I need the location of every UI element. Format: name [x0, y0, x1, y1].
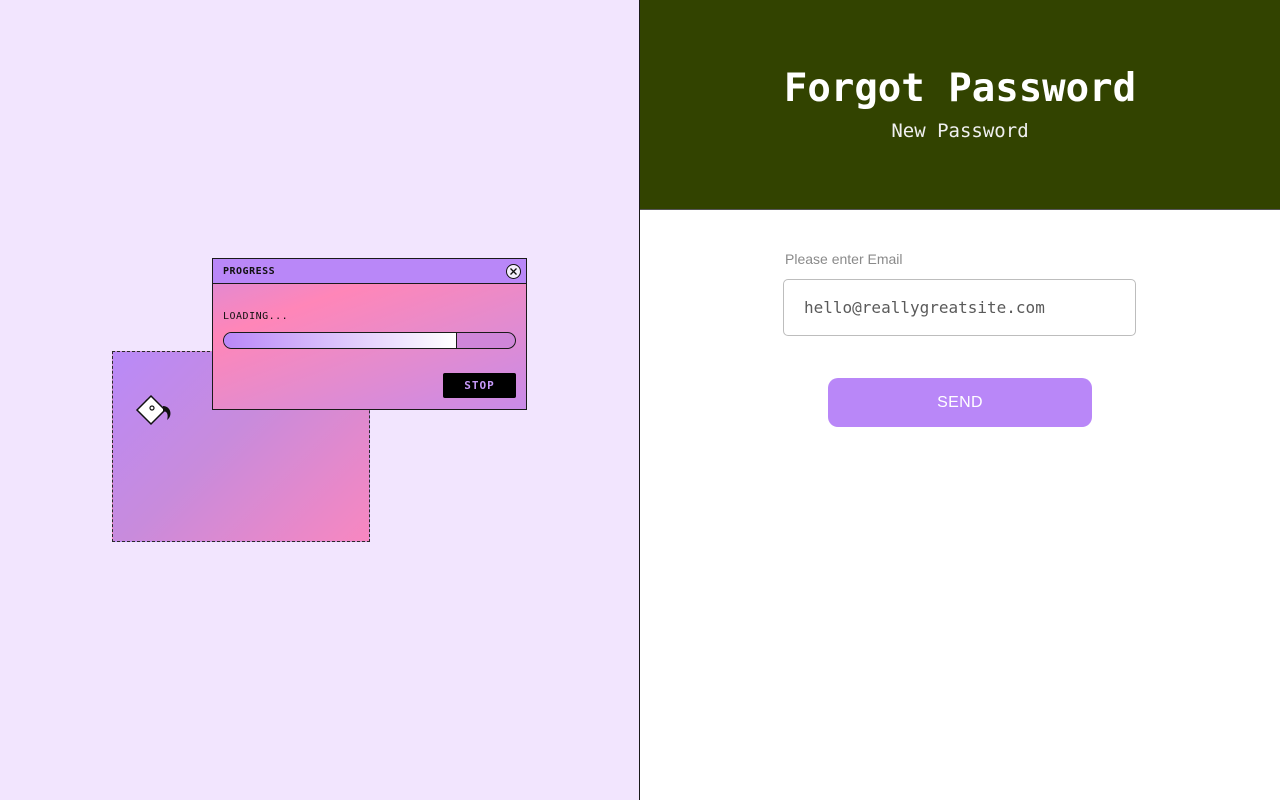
progress-bar	[223, 332, 516, 349]
email-field[interactable]	[783, 279, 1136, 336]
close-button[interactable]	[506, 264, 521, 279]
progress-title: PROGRESS	[223, 266, 276, 277]
paint-bucket-icon	[135, 394, 171, 426]
loading-text: LOADING...	[223, 311, 289, 322]
send-button[interactable]: SEND	[828, 378, 1092, 427]
progress-window: PROGRESS LOADING... STOP	[212, 258, 527, 410]
header: Forgot Password New Password	[640, 0, 1280, 210]
progress-fill	[224, 333, 457, 348]
illustration-panel: PROGRESS LOADING... STOP	[0, 0, 639, 800]
page-title: Forgot Password	[783, 66, 1137, 111]
email-label: Please enter Email	[785, 251, 903, 267]
close-icon	[510, 268, 517, 275]
progress-titlebar: PROGRESS	[213, 259, 526, 284]
page-subtitle: New Password	[891, 120, 1029, 142]
stop-button[interactable]: STOP	[443, 373, 516, 398]
